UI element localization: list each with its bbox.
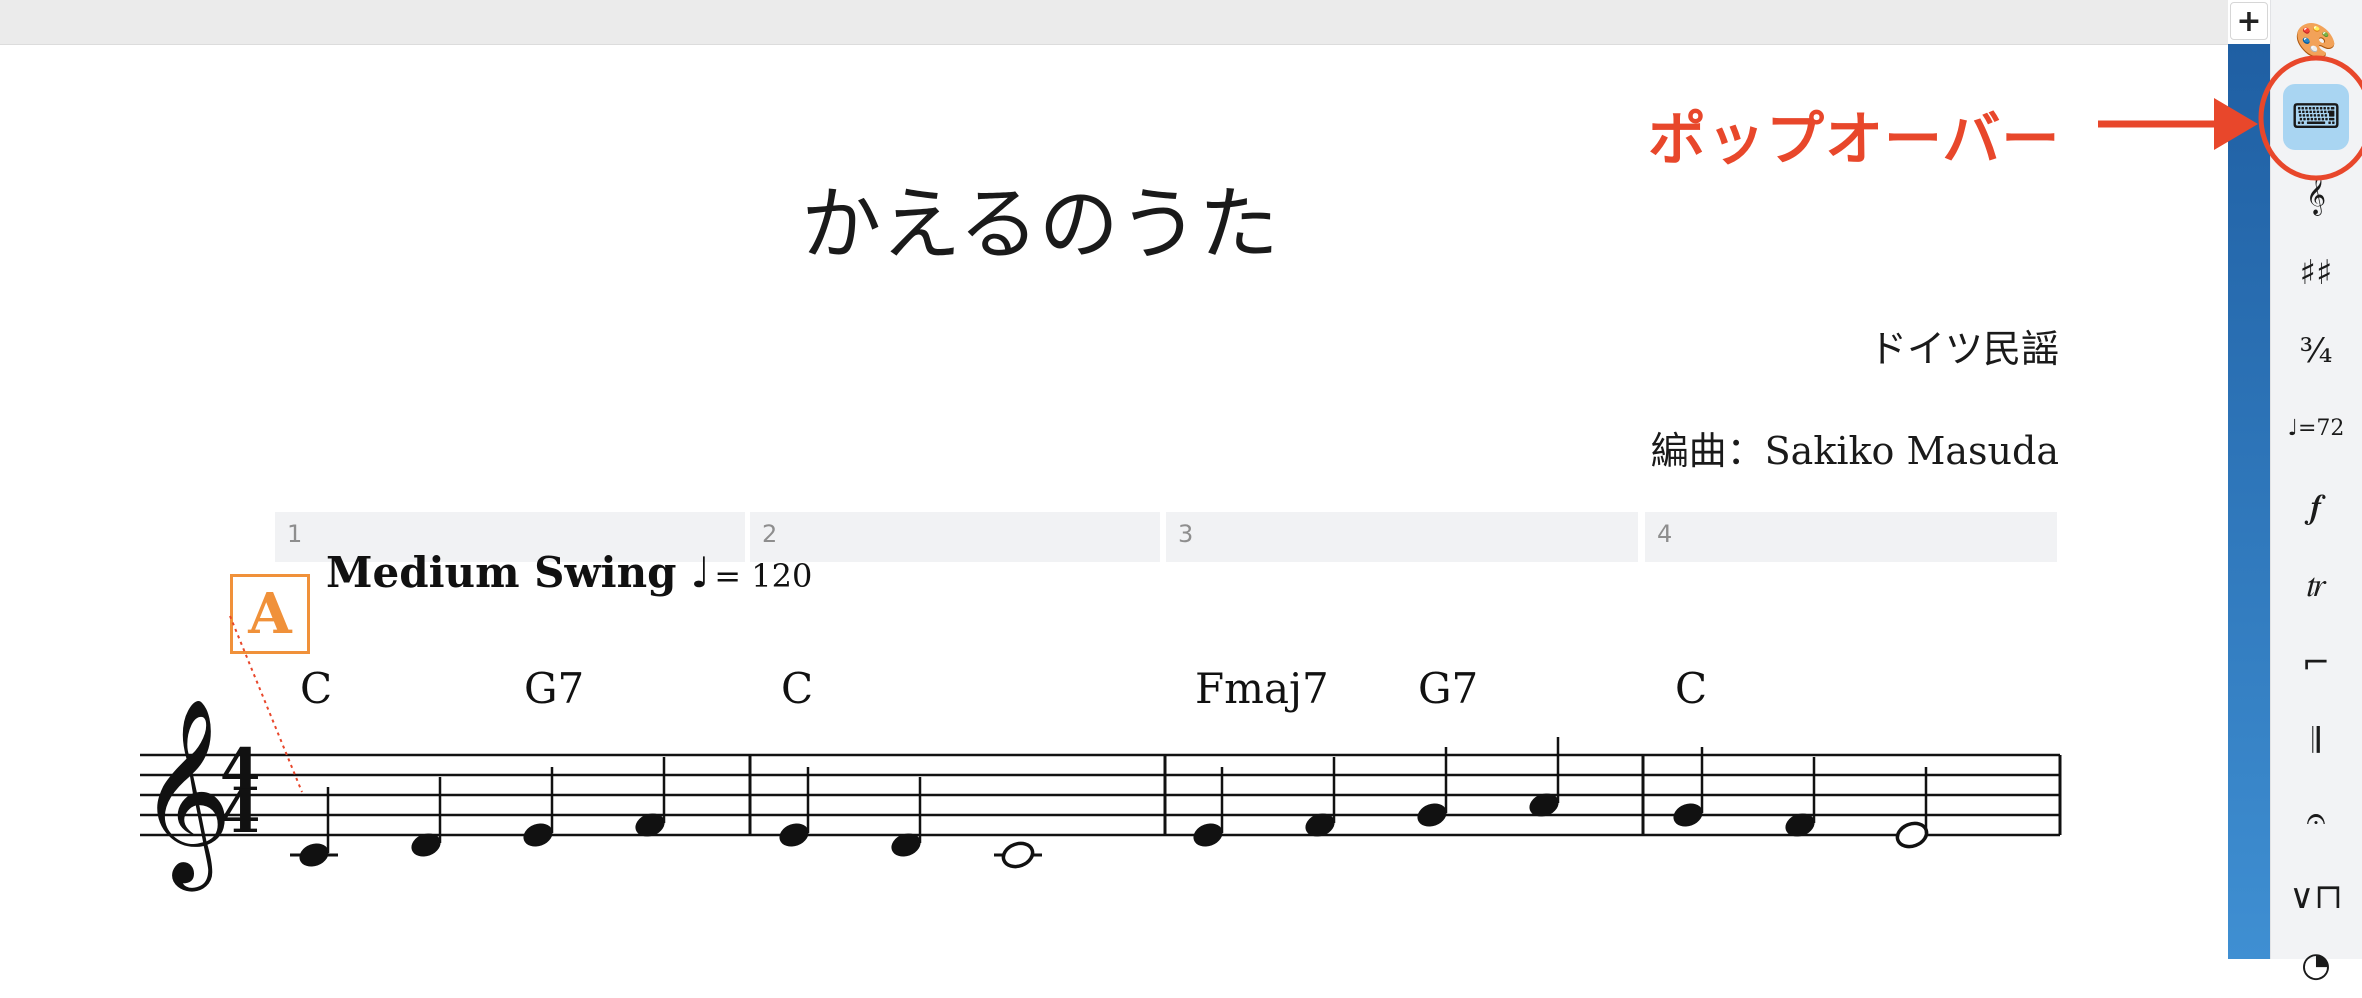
annotation-arrow [2098,55,2362,181]
annotation-circle [2258,55,2362,181]
